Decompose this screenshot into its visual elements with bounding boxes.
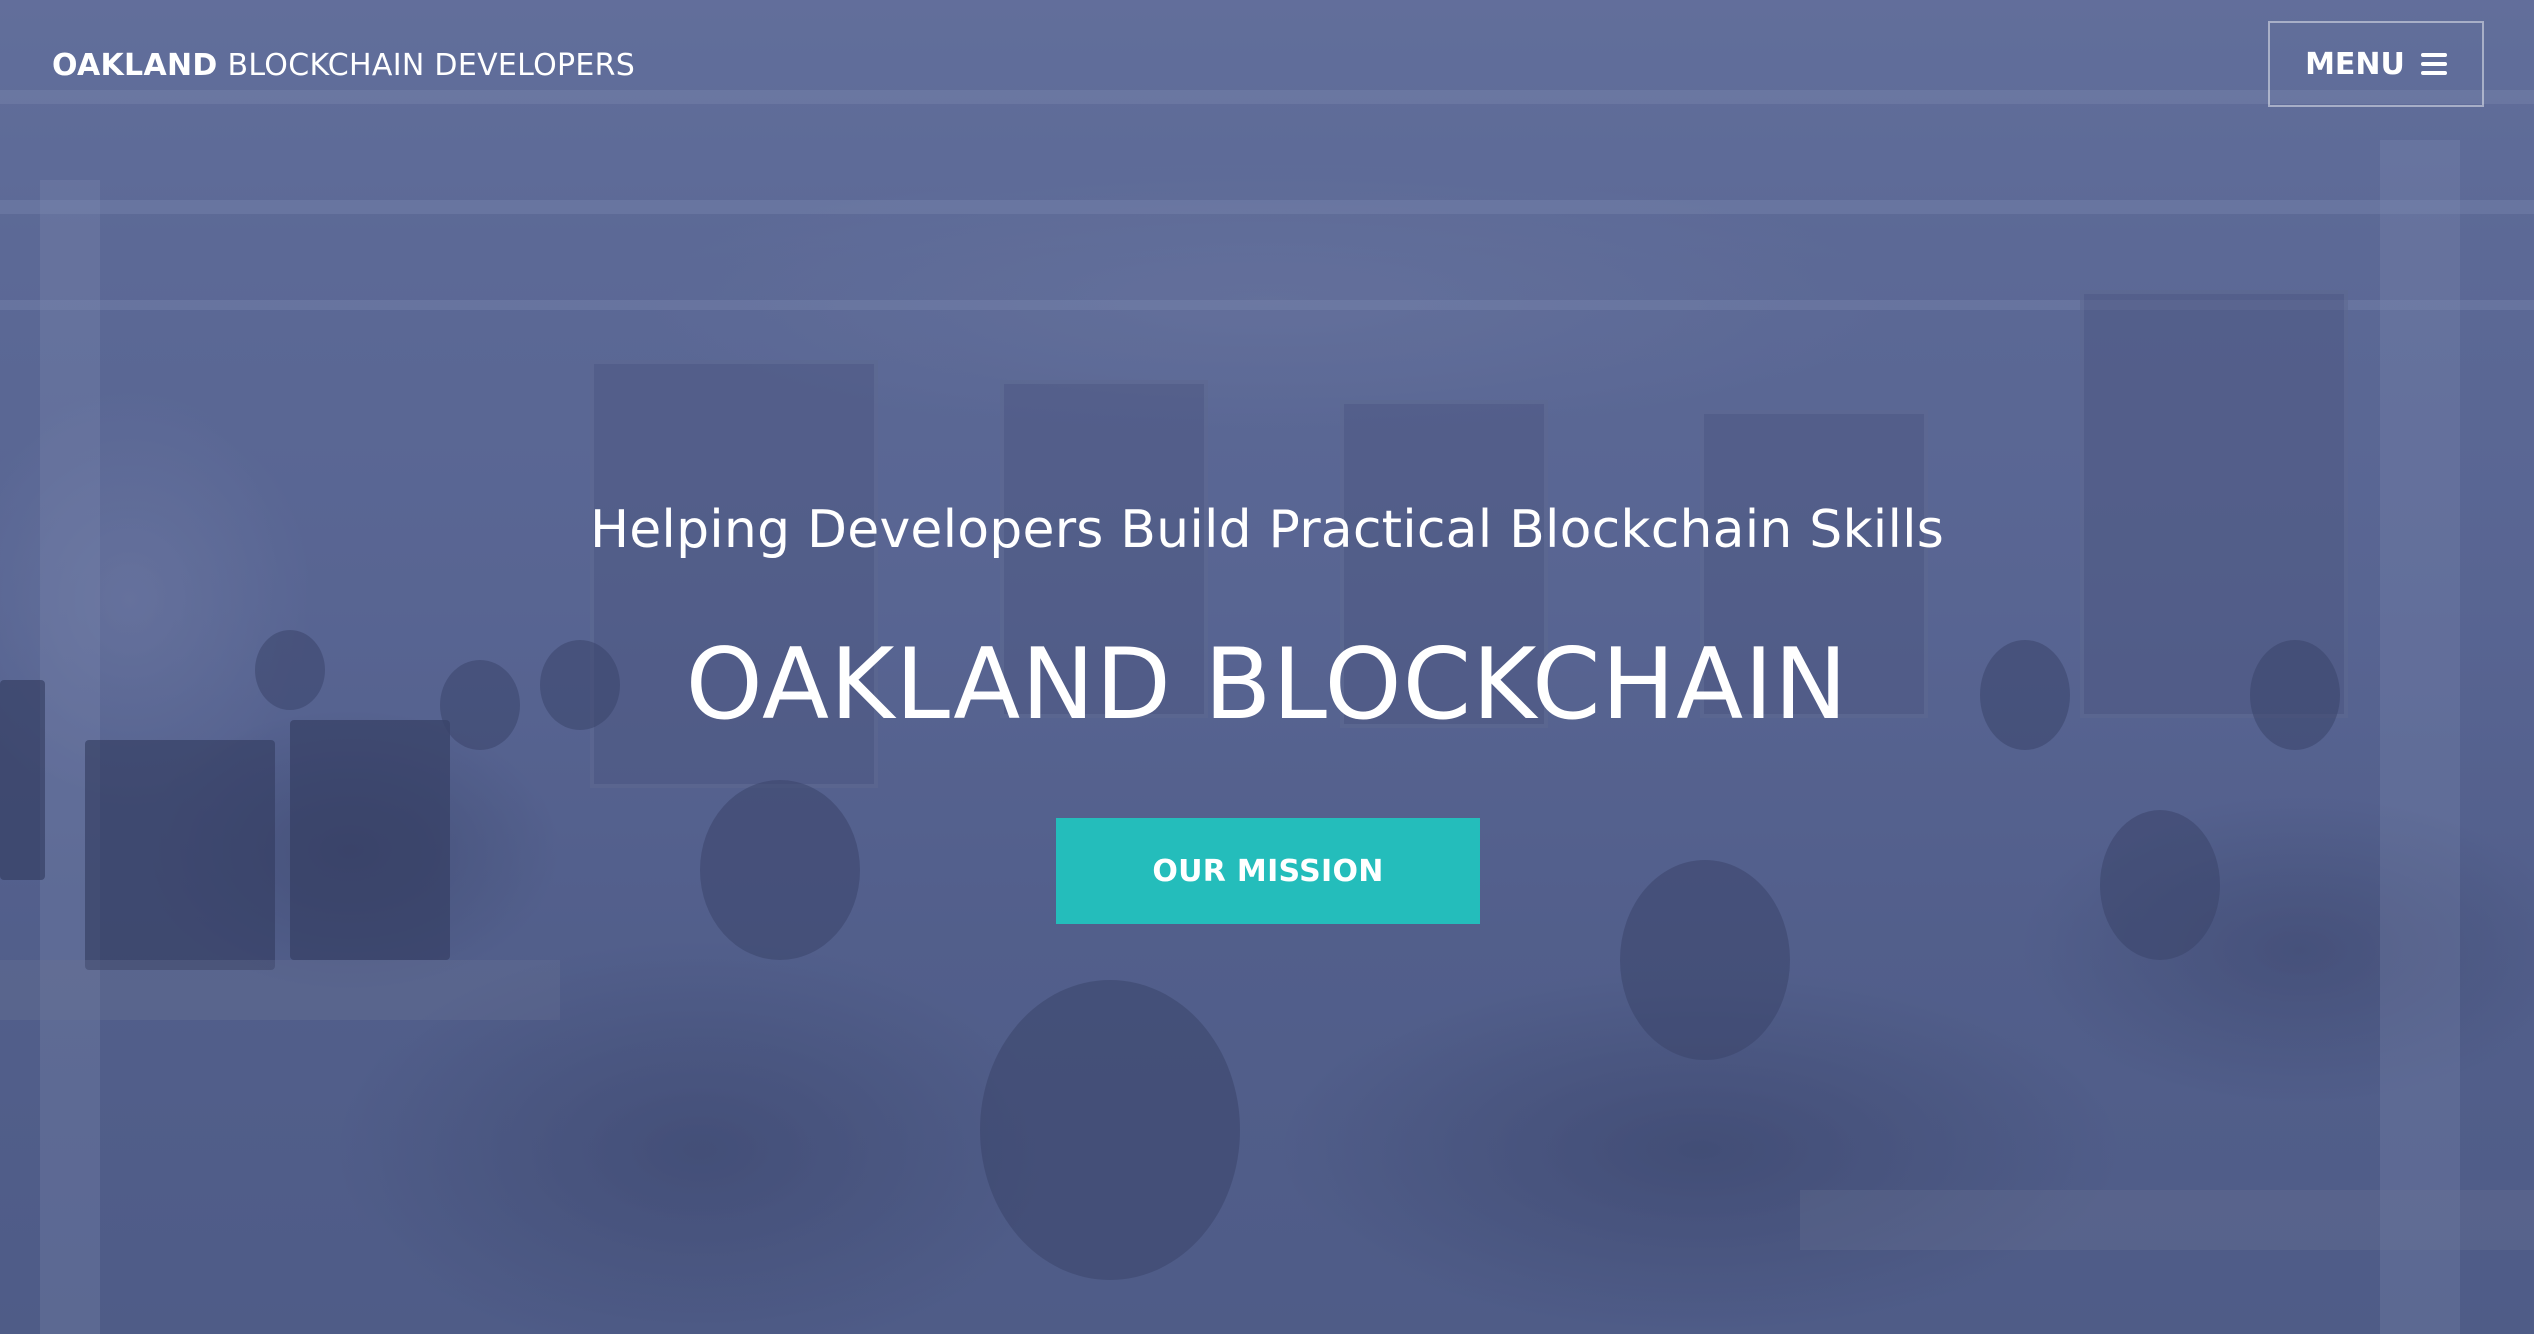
hero-subtitle: Helping Developers Build Practical Block… <box>589 500 1945 560</box>
menu-label: MENU <box>2305 46 2405 82</box>
brand-name-light: BLOCKCHAIN DEVELOPERS <box>227 48 636 83</box>
hamburger-icon <box>2420 53 2447 75</box>
hero-title: OAKLAND BLOCKCHAIN <box>685 628 1849 742</box>
our-mission-button[interactable]: OUR MISSION <box>1056 818 1480 924</box>
site-brand[interactable]: OAKLAND BLOCKCHAIN DEVELOPERS <box>52 48 635 83</box>
hero-section: OAKLAND BLOCKCHAIN DEVELOPERS MENU Helpi… <box>0 0 2534 1334</box>
menu-button[interactable]: MENU <box>2268 21 2484 107</box>
brand-name-bold: OAKLAND <box>52 48 218 83</box>
